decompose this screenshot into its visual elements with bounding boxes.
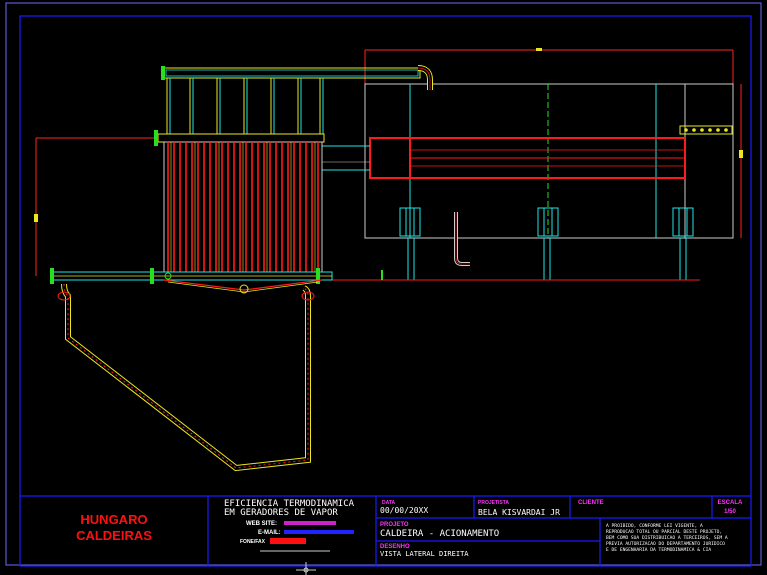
downcomer-pipe bbox=[57, 283, 315, 472]
company-name-line2: CALDEIRAS bbox=[76, 528, 152, 543]
project-value: CALDEIRA - ACIONAMENTO bbox=[380, 529, 499, 539]
cad-drawing: HUNGARO CALDEIRAS EFICIENCIA TERMODINAMI… bbox=[5, 2, 762, 575]
web-label: WEB SITE: bbox=[246, 521, 277, 527]
scale-label: ESCALA bbox=[718, 500, 743, 506]
project-label: PROJETO bbox=[380, 522, 409, 528]
steam-drum-tubes bbox=[34, 65, 433, 294]
legal-notice-line: A PROIBIDO, CONFORME LEI VIGENTE, A bbox=[606, 523, 703, 529]
date-value: 00/00/20XX bbox=[380, 506, 428, 515]
phone-label: FONE/FAX bbox=[240, 539, 266, 545]
drawing-frame bbox=[5, 2, 762, 567]
view-value: VISTA LATERAL DIREITA bbox=[380, 550, 469, 558]
legal-notice-line: PREVIA AUTORIZACAO DO DEPARTAMENTO JURID… bbox=[606, 541, 725, 547]
slogan-line2: EM GERADORES DE VAPOR bbox=[224, 508, 338, 518]
company-name-line1: HUNGARO bbox=[80, 512, 147, 527]
designer-value: BELA KISVARDAI JR bbox=[478, 508, 560, 517]
email-label: E-MAIL: bbox=[258, 530, 281, 536]
email-link-bar bbox=[284, 530, 354, 534]
legal-notice-line: E DE ENGENHARIA DA TERMODINAMICA & CIA bbox=[606, 547, 711, 553]
legal-notice: A PROIBIDO, CONFORME LEI VIGENTE, A REPR… bbox=[606, 523, 728, 553]
designer-label: PROJETISTA bbox=[478, 500, 509, 506]
legal-notice-line: BEM COMO SUA DISTRIBUICAO A TERCEIROS, S… bbox=[606, 535, 728, 541]
web-link-bar bbox=[284, 521, 336, 525]
boiler-shell bbox=[320, 48, 743, 281]
crosshair-icon bbox=[296, 562, 316, 575]
scale-value: 1/50 bbox=[724, 509, 736, 515]
client-label: CLIENTE bbox=[578, 500, 604, 506]
phone-bar bbox=[270, 538, 306, 544]
legal-notice-line: REPRODUCAO TOTAL OU PARCIAL DESTE PROJET… bbox=[606, 529, 722, 535]
saddle-supports bbox=[399, 207, 694, 280]
